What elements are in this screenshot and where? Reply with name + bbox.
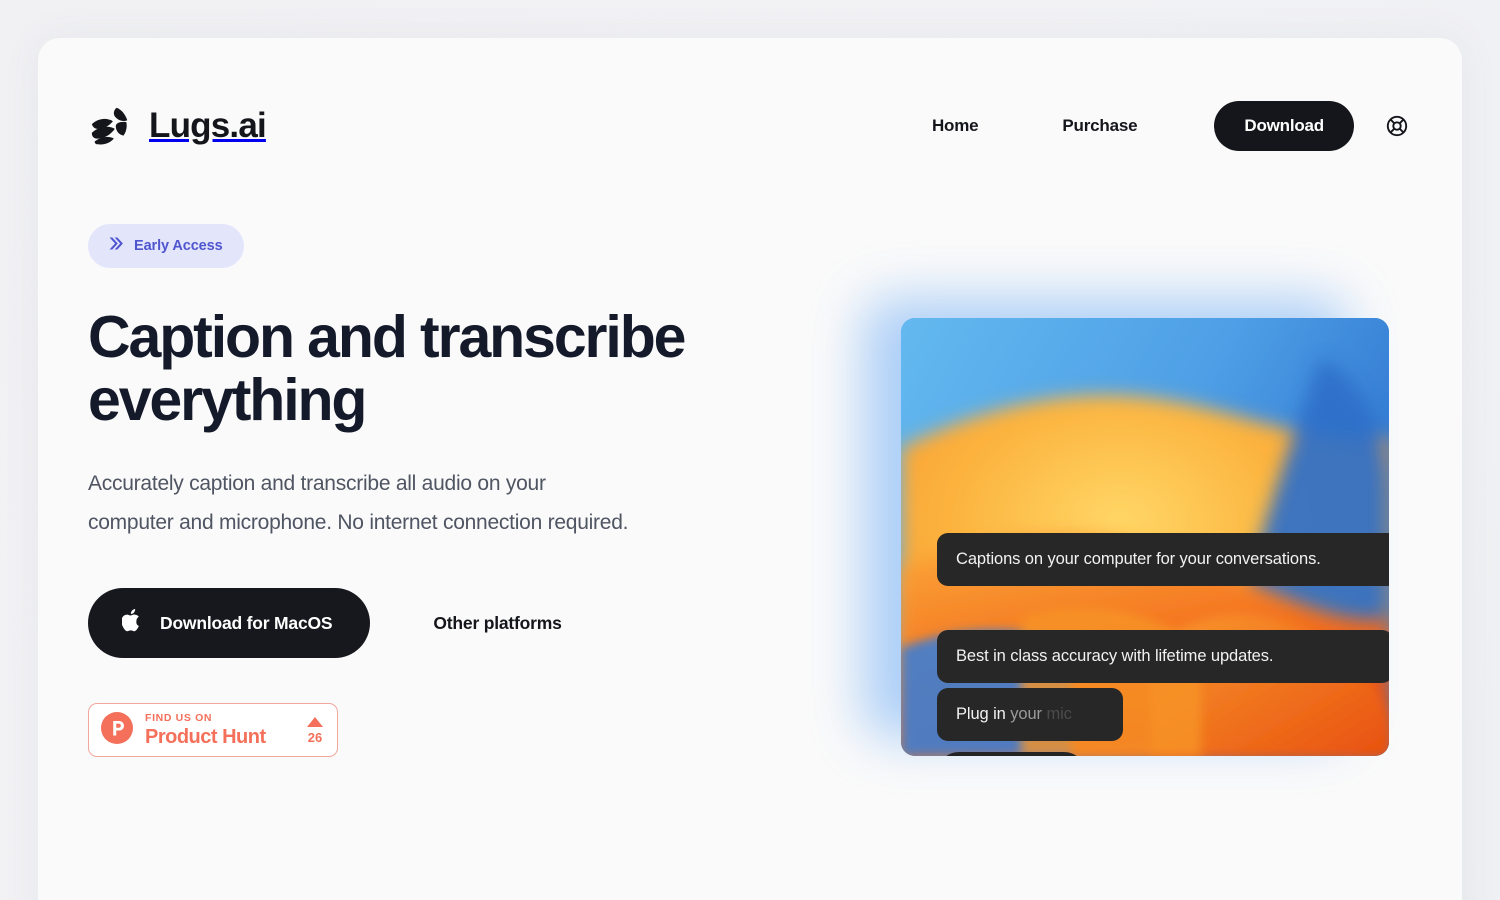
lifebuoy-icon[interactable] xyxy=(1384,113,1410,139)
microphone-source-chip[interactable]: Microphone xyxy=(937,752,1086,756)
brand-name: Lugs.ai xyxy=(149,106,267,145)
app-preview: Captions on your computer for your conve… xyxy=(855,280,1389,756)
caption-typing-fade-1: your xyxy=(1010,705,1047,723)
brand-logo-link[interactable]: Lugs.ai xyxy=(88,103,267,149)
page-card: Lugs.ai Home Purchase Download Early Acc… xyxy=(38,38,1462,900)
apple-icon xyxy=(121,608,143,638)
early-access-badge: Early Access xyxy=(88,224,244,268)
hero-section: Early Access Caption and transcribe ever… xyxy=(88,224,788,757)
caption-typing-solid: Plug in xyxy=(956,705,1011,723)
preview-screen: Captions on your computer for your conve… xyxy=(901,318,1389,756)
download-for-macos-label: Download for MacOS xyxy=(160,612,333,633)
caption-overlay-3-typing: Plug in your mic xyxy=(937,688,1123,741)
nav-link-home[interactable]: Home xyxy=(932,106,979,146)
hero-subtitle: Accurately caption and transcribe all au… xyxy=(88,472,629,534)
other-platforms-link[interactable]: Other platforms xyxy=(433,613,561,634)
download-nav-button[interactable]: Download xyxy=(1214,101,1354,151)
wave-leaf-logo-icon xyxy=(88,103,134,149)
product-hunt-text: FIND US ON Product Hunt xyxy=(145,713,266,747)
double-chevron-right-icon xyxy=(107,235,124,257)
hero-cta-row: Download for MacOS Other platforms xyxy=(88,588,788,658)
main-nav: Home Purchase Download xyxy=(932,101,1410,151)
product-hunt-votes: 26 xyxy=(307,716,323,745)
early-access-label: Early Access xyxy=(134,238,223,254)
product-hunt-logo-icon xyxy=(101,711,133,749)
product-hunt-badge[interactable]: FIND US ON Product Hunt 26 xyxy=(88,703,338,757)
upvote-arrow-icon xyxy=(307,716,323,727)
site-header: Lugs.ai Home Purchase Download xyxy=(38,38,1462,214)
caption-typing-fade-2: mic xyxy=(1046,705,1072,723)
nav-link-purchase[interactable]: Purchase xyxy=(1062,106,1137,146)
product-hunt-vote-count: 26 xyxy=(307,729,323,745)
product-hunt-name: Product Hunt xyxy=(145,725,266,748)
page-title: Caption and transcribe everything xyxy=(88,304,686,433)
caption-overlay-2: Best in class accuracy with lifetime upd… xyxy=(937,630,1389,683)
download-for-macos-button[interactable]: Download for MacOS xyxy=(88,588,371,658)
caption-overlay-1: Captions on your computer for your conve… xyxy=(937,533,1389,586)
product-hunt-kicker: FIND US ON xyxy=(145,712,213,725)
